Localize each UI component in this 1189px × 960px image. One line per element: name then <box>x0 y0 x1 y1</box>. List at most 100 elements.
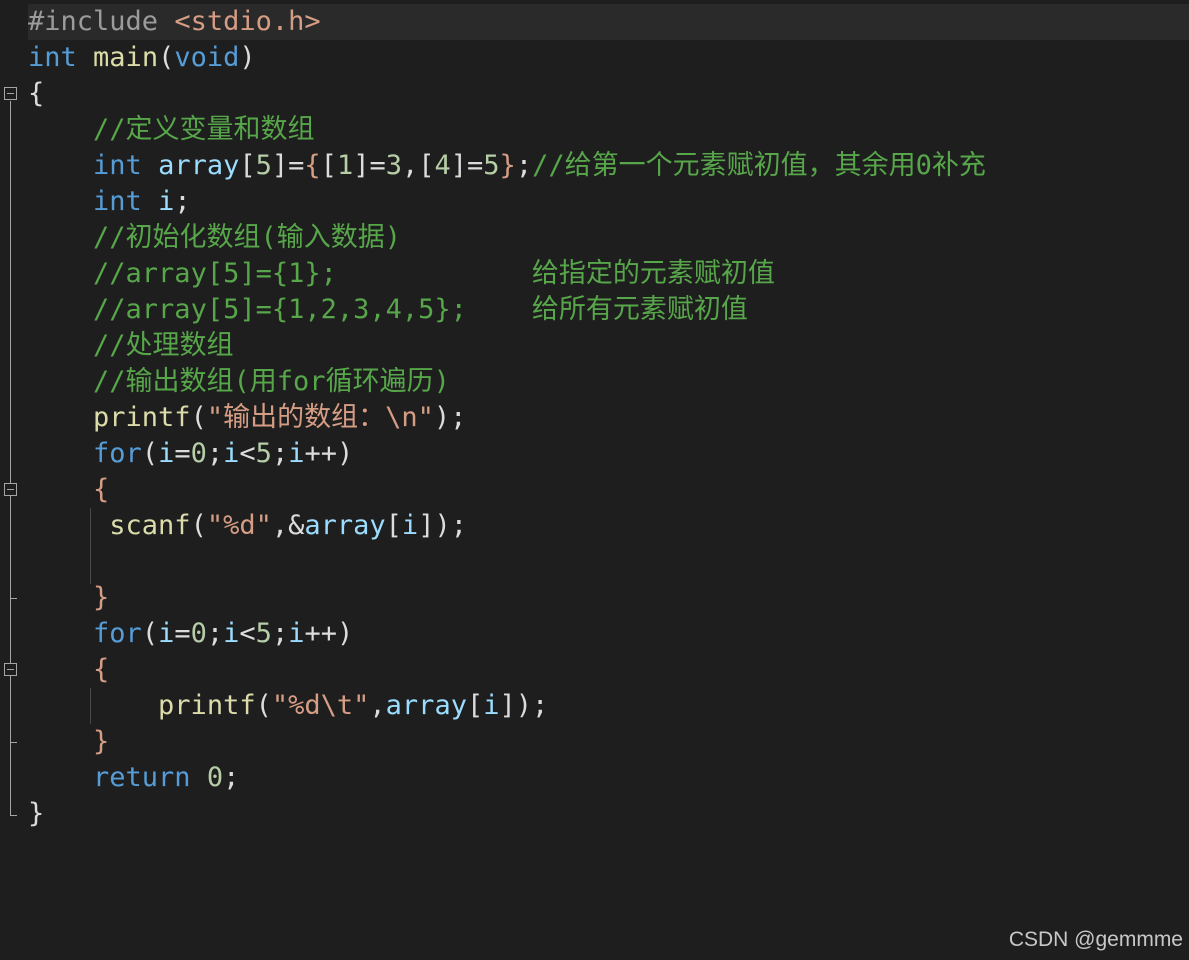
fold-collapse-icon[interactable] <box>4 663 17 676</box>
code-token-text: , <box>369 690 386 721</box>
code-token-text: ); <box>433 402 467 433</box>
code-token-comment: //array[5]={1}; 给指定的元素赋初值 <box>93 258 775 289</box>
code-token-keyword: for <box>93 438 142 469</box>
code-token-text: ]= <box>450 150 484 181</box>
code-line[interactable]: } <box>28 580 1189 616</box>
code-token-text: ; <box>174 186 191 217</box>
code-token-brace: } <box>499 150 516 181</box>
code-token-brace: { <box>93 654 110 685</box>
code-line[interactable]: //定义变量和数组 <box>28 112 1189 148</box>
code-line[interactable]: { <box>28 472 1189 508</box>
code-token-text: [ <box>320 150 337 181</box>
code-editor[interactable]: #include <stdio.h> int main(void){ //定义变量… <box>0 0 1189 960</box>
code-token-text: } <box>28 798 45 829</box>
code-area[interactable]: #include <stdio.h> int main(void){ //定义变量… <box>28 4 1189 832</box>
code-line[interactable]: { <box>28 652 1189 688</box>
code-line[interactable]: int i; <box>28 184 1189 220</box>
code-token-text: ; <box>271 438 289 469</box>
code-line[interactable]: printf("%d\t",array[i]); <box>28 688 1189 724</box>
code-token-variable: array <box>158 150 240 181</box>
code-token-number: 0 <box>206 762 224 793</box>
code-token-brace: } <box>93 582 110 613</box>
code-token-text: ]); <box>499 690 549 721</box>
code-token-text: ++) <box>304 618 354 649</box>
code-token-text: [ <box>239 150 256 181</box>
code-token-number: 5 <box>255 438 272 469</box>
code-token-text: ( <box>190 510 207 541</box>
code-token-variable: i <box>401 510 419 541</box>
fold-collapse-icon[interactable] <box>4 87 17 100</box>
code-line[interactable]: for(i=0;i<5;i++) <box>28 616 1189 652</box>
code-line[interactable]: { <box>28 76 1189 112</box>
code-token-text: ; <box>206 618 224 649</box>
code-token-preprocessor: #include <box>28 6 159 37</box>
code-token-function: scanf <box>109 510 191 541</box>
code-token-variable: i <box>288 618 305 649</box>
code-line[interactable] <box>28 544 1189 580</box>
code-token-comment: //定义变量和数组 <box>93 114 315 145</box>
code-token-text: ( <box>255 690 272 721</box>
code-token-comment: //给第一个元素赋初值，其余用0补充 <box>532 150 986 181</box>
code-token-comment: //array[5]={1,2,3,4,5}; 给所有元素赋初值 <box>93 294 748 325</box>
code-line[interactable]: for(i=0;i<5;i++) <box>28 436 1189 472</box>
code-token-text: ( <box>141 618 159 649</box>
code-token-variable: i <box>158 438 175 469</box>
code-line[interactable]: int array[5]={[1]=3,[4]=5};//给第一个元素赋初值，其… <box>28 148 1189 184</box>
code-line[interactable]: int main(void) <box>28 40 1189 76</box>
code-token-brace: { <box>93 474 110 505</box>
code-token-number: 5 <box>255 150 272 181</box>
code-line[interactable]: //array[5]={1,2,3,4,5}; 给所有元素赋初值 <box>28 292 1189 328</box>
code-token-function: printf <box>158 690 256 721</box>
code-token-variable: i <box>288 438 305 469</box>
code-line[interactable]: //处理数组 <box>28 328 1189 364</box>
code-token-text: ; <box>223 762 240 793</box>
code-token-variable: array <box>304 510 386 541</box>
code-token-comment: //初始化数组(输入数据) <box>93 222 402 253</box>
code-token-include_path: <stdio.h> <box>174 6 321 37</box>
fold-region-line <box>10 101 11 815</box>
code-line[interactable]: } <box>28 724 1189 760</box>
code-token-number: 1 <box>336 150 354 181</box>
code-line[interactable]: } <box>28 796 1189 832</box>
code-token-variable: i <box>223 618 240 649</box>
code-token-text: ; <box>515 150 533 181</box>
code-line[interactable]: //初始化数组(输入数据) <box>28 220 1189 256</box>
code-token-string: "%d\t" <box>271 690 370 721</box>
code-token-text: ++) <box>304 438 354 469</box>
code-line[interactable]: //输出数组(用for循环遍历) <box>28 364 1189 400</box>
code-token-number: 5 <box>483 150 500 181</box>
code-line[interactable]: //array[5]={1}; 给指定的元素赋初值 <box>28 256 1189 292</box>
indent-guide <box>90 508 91 584</box>
code-token-comment: //处理数组 <box>93 330 234 361</box>
code-token-keyword: int <box>28 42 77 73</box>
code-token-comment: //输出数组(用for循环遍历) <box>93 366 450 397</box>
code-token-number: 5 <box>255 618 272 649</box>
fold-collapse-icon[interactable] <box>4 483 17 496</box>
code-line[interactable]: printf("输出的数组：\n"); <box>28 400 1189 436</box>
code-line[interactable]: #include <stdio.h> <box>28 4 1189 40</box>
code-token-text: ,& <box>271 510 305 541</box>
fold-end-marker <box>10 815 17 816</box>
code-line[interactable]: return 0; <box>28 760 1189 796</box>
code-token-text: ( <box>158 42 175 73</box>
code-token-string: "%d" <box>206 510 272 541</box>
code-line[interactable]: scanf("%d",&array[i]); <box>28 508 1189 544</box>
code-token-text: ( <box>190 402 207 433</box>
code-token-text: ) <box>239 42 256 73</box>
code-token-keyword: return <box>93 762 191 793</box>
